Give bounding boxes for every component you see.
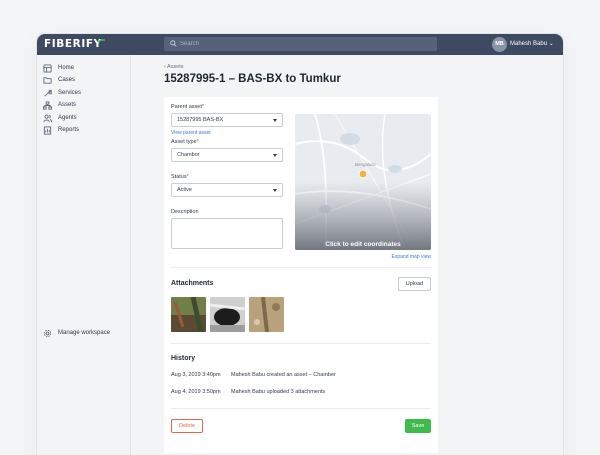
upload-button[interactable]: Upload: [398, 277, 431, 291]
sidebar-item-label: Reports: [58, 127, 80, 133]
delete-button[interactable]: Delete: [171, 419, 203, 433]
manage-workspace-label: Manage workspace: [58, 330, 111, 336]
status-value: Active: [177, 187, 192, 193]
history-date: Aug 4, 2019 3:50pm: [171, 389, 221, 395]
attachments-heading: Attachments: [171, 280, 214, 287]
wrench-icon: [44, 89, 52, 97]
main-content: ‹ Assets 15287995-1 – BAS-BX to Tumkur P…: [132, 55, 563, 455]
caret-down-icon: [273, 154, 277, 157]
hierarchy-icon: [43, 100, 52, 110]
status-label: Status*: [171, 174, 189, 180]
people-icon: [43, 114, 52, 122]
search-input[interactable]: [180, 37, 430, 51]
user-avatar[interactable]: MB: [492, 37, 507, 52]
sidebar-item-reports[interactable]: Reports: [43, 124, 127, 136]
chevron-down-icon: ⌄: [548, 41, 554, 47]
photo-thumbnail: [171, 297, 206, 332]
divider: [171, 408, 431, 409]
sidebar-item-label: Services: [58, 90, 82, 96]
photo-thumbnail: [249, 297, 284, 332]
sidebar-item-services[interactable]: Services: [43, 87, 127, 99]
description-label: Description: [171, 209, 199, 215]
page-title: 15287995-1 – BAS-BX to Tumkur: [164, 73, 341, 85]
sidebar-item-label: Assets: [58, 102, 77, 108]
history-date: Aug 3, 2019 3:40pm: [171, 372, 221, 378]
app-window: FIBERIFY MB Mahesh Babu ⌄ Home Cases: [37, 34, 563, 455]
caret-down-icon: [273, 119, 277, 122]
sidebar-item-agents[interactable]: Agents: [43, 112, 127, 124]
asset-type-label: Asset type*: [171, 139, 199, 145]
history-text: Mahesh Babu created an asset – Chamber: [231, 372, 336, 378]
logo-check-icon: [97, 39, 105, 43]
history-row: Aug 4, 2019 3:50pm Mahesh Babu uploaded 3…: [171, 389, 325, 395]
parent-asset-value: 15287995 BAS-BX: [177, 117, 224, 123]
map-image: Bengaluru: [295, 114, 431, 250]
expand-map-link[interactable]: Expand map view: [392, 254, 431, 260]
status-select[interactable]: Active: [171, 183, 283, 197]
sidebar-item-label: Home: [58, 65, 75, 71]
sidebar-item-home[interactable]: Home: [43, 62, 127, 74]
description-input[interactable]: [171, 218, 283, 249]
map-preview[interactable]: Bengaluru Click to edit coordinates: [295, 114, 431, 250]
parent-asset-label: Parent asset*: [171, 104, 205, 110]
attachment-photo-2[interactable]: [210, 297, 245, 332]
search-icon: [170, 40, 177, 47]
divider: [171, 267, 431, 268]
history-row: Aug 3, 2019 3:40pm Mahesh Babu created an…: [171, 372, 336, 378]
search-bar[interactable]: [164, 37, 437, 51]
breadcrumb[interactable]: ‹ Assets: [164, 64, 184, 70]
home-icon: [43, 63, 52, 73]
sidebar-item-cases[interactable]: Cases: [43, 74, 127, 86]
parent-asset-select[interactable]: 15287995 BAS-BX: [171, 113, 283, 127]
caret-down-icon: [273, 189, 277, 192]
asset-card: Parent asset* 15287995 BAS-BX View paren…: [164, 97, 438, 453]
app-logo[interactable]: FIBERIFY: [44, 38, 102, 50]
user-name: Mahesh Babu: [510, 41, 548, 47]
map-caption: Click to edit coordinates: [325, 241, 401, 248]
gear-icon: [43, 329, 52, 337]
sidebar: Home Cases Services Assets Agents Report…: [37, 55, 131, 455]
photo-thumbnail: [210, 297, 245, 332]
top-bar: FIBERIFY MB Mahesh Babu ⌄: [37, 34, 563, 55]
asset-type-select[interactable]: Chambor: [171, 148, 283, 162]
attachment-photo-1[interactable]: [171, 297, 206, 332]
sidebar-item-assets[interactable]: Assets: [43, 99, 127, 111]
sidebar-item-label: Cases: [58, 77, 76, 83]
map-pin-icon[interactable]: [358, 169, 368, 179]
view-parent-asset-link[interactable]: View parent asset: [171, 130, 211, 136]
manage-workspace-link[interactable]: Manage workspace: [43, 327, 127, 339]
folder-icon: [43, 76, 52, 84]
attachment-photo-3[interactable]: [249, 297, 284, 332]
save-button[interactable]: Save: [405, 419, 431, 433]
report-icon: [43, 125, 52, 135]
sidebar-item-label: Agents: [58, 115, 77, 121]
history-heading: History: [171, 355, 196, 362]
divider: [171, 343, 431, 344]
user-menu[interactable]: Mahesh Babu ⌄: [510, 40, 554, 47]
history-text: Mahesh Babu uploaded 3 attachments: [231, 389, 326, 395]
asset-type-value: Chambor: [177, 152, 200, 158]
